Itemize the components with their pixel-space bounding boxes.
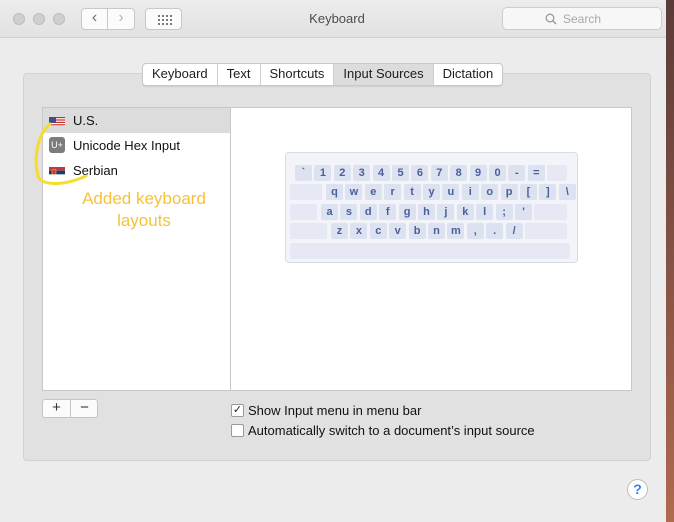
keyboard-key: 7 [430,165,448,181]
keyboard-key: . [486,223,504,240]
keyboard-key: w [345,184,363,201]
tab-shortcuts[interactable]: Shortcuts [261,64,335,85]
title-bar: ‹ › Keyboard Search [0,0,666,38]
keyboard-key: n [428,223,445,240]
show-input-menu-label: Show Input menu in menu bar [248,403,422,418]
keyboard-key: / [505,223,523,240]
keyboard-key: 4 [372,165,390,181]
add-source-button[interactable]: + [43,400,71,417]
auto-switch-checkbox[interactable] [231,424,244,437]
tab-bar: Keyboard Text Shortcuts Input Sources Di… [142,63,504,86]
keyboard-key: a [321,203,338,220]
keyboard-key: k [456,203,474,220]
keyboard-key: r [384,184,402,201]
keyboard-key: 1 [314,165,332,181]
keyboard-key: l [476,203,494,220]
keyboard-key-blank [290,203,317,220]
keyboard-key-blank [290,184,322,201]
keyboard-key: \ [558,184,576,201]
keyboard-key: s [340,203,358,220]
keyboard-key: p [500,184,518,201]
keyboard-key: 2 [333,165,351,181]
keyboard-key-blank [290,242,570,259]
search-icon [545,13,557,25]
keyboard-key: t [403,184,421,201]
keyboard-key: 6 [411,165,429,181]
keyboard-key: 3 [353,165,371,181]
keyboard-key: j [437,203,455,220]
tab-keyboard[interactable]: Keyboard [143,64,218,85]
keyboard-key: u [442,184,460,201]
keyboard-key: , [466,223,484,240]
search-field[interactable]: Search [502,7,662,30]
annotation-text: Added keyboard layouts [82,189,206,230]
keyboard-key: y [423,184,440,201]
help-button[interactable]: ? [627,479,648,500]
keyboard-key: g [398,203,416,220]
remove-source-button[interactable]: − [71,400,98,417]
keyboard-layout-preview: ` 1 2 3 4 5 6 7 8 9 0- = q w e r t y u i o p[] \ a s d f g h j k l; ' z x c… [285,152,578,263]
keyboard-key: i [461,184,479,201]
keyboard-key: 0 [489,165,506,181]
keyboard-key: - [508,165,526,181]
keyboard-key-blank [547,165,567,181]
keyboard-key: h [418,203,435,220]
show-input-menu-checkbox[interactable]: ✓ [231,404,244,417]
keyboard-key: ` [295,165,312,181]
keyboard-key: m [447,223,465,240]
annotation-bracket [34,122,88,185]
keyboard-key: ; [495,203,513,220]
keyboard-key: ] [539,184,557,201]
keyboard-key-blank [525,223,567,240]
keyboard-key: 5 [392,165,409,181]
auto-switch-label: Automatically switch to a document’s inp… [248,423,535,438]
keyboard-key: f [379,203,397,220]
keyboard-key: x [350,223,368,240]
keyboard-key: q [326,184,343,201]
keyboard-key: [ [520,184,537,201]
keyboard-key: c [369,223,387,240]
keyboard-key-blank [534,203,567,220]
preferences-window: ‹ › Keyboard Search Keyboard Text Shortc… [0,0,666,522]
keyboard-key: 9 [469,165,487,181]
tab-text[interactable]: Text [218,64,261,85]
keyboard-key: 8 [450,165,468,181]
keyboard-key: e [364,184,382,201]
tab-dictation[interactable]: Dictation [434,64,503,85]
keyboard-key: z [331,223,348,240]
keyboard-key: o [481,184,499,201]
keyboard-key: ' [515,203,532,220]
tab-input-sources[interactable]: Input Sources [334,64,434,85]
keyboard-key: v [389,223,407,240]
search-placeholder: Search [563,12,602,26]
keyboard-key: = [527,165,545,181]
keyboard-key-blank [290,223,327,240]
keyboard-key: b [408,223,426,240]
add-remove-control: + − [42,399,98,418]
keyboard-key: d [359,203,377,220]
